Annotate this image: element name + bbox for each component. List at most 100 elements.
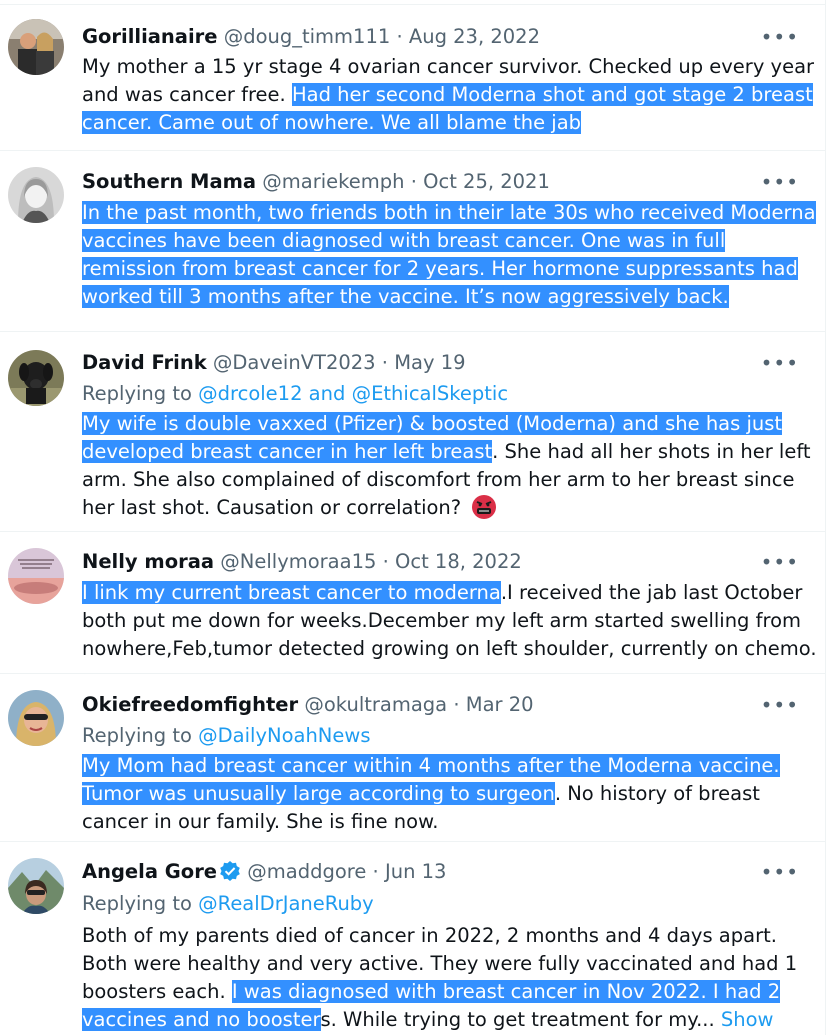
person-sunglasses-photo-icon [8, 690, 64, 746]
tweet[interactable]: Nelly moraa @Nellymoraa15 · Oct 18, 2022… [0, 531, 825, 673]
highlighted-text: vaccines have been diagnosed with breast… [82, 229, 726, 252]
mention-link[interactable]: @RealDrJaneRuby [198, 892, 374, 915]
more-options-icon[interactable]: ••• [761, 353, 799, 373]
text-line: cancer. Came out of nowhere. We all blam… [82, 109, 814, 137]
tweet-header: David Frink @DaveinVT2023 · May 19 [82, 351, 466, 375]
tweet-header: Okiefreedomfighter @okultramaga · Mar 20 [82, 693, 534, 717]
tweet-feed: Gorillianaire @doug_timm111 · Aug 23, 20… [0, 0, 826, 1035]
display-name[interactable]: Nelly moraa [82, 550, 214, 573]
text-line: boosters each. I was diagnosed with brea… [82, 980, 781, 1003]
highlighted-text: In the past month, two friends both in t… [82, 201, 816, 224]
tweet-header: Angela Gore @maddgore · Jun 13 [82, 860, 446, 884]
text-line: both put me down for weeks.December my l… [82, 609, 802, 632]
user-handle[interactable]: @doug_timm111 [224, 25, 391, 48]
display-name[interactable]: Angela Gore [82, 860, 217, 883]
highlighted-text: I link my current breast cancer to moder… [82, 581, 501, 604]
verified-badge-icon [220, 861, 240, 881]
highlighted-text: cancer. Came out of nowhere. We all blam… [82, 111, 582, 134]
highlighted-text: My Mom had breast cancer within 4 months… [82, 754, 780, 777]
tweet[interactable]: Southern Mama @mariekemph · Oct 25, 2021… [0, 150, 825, 331]
text-line: vaccines have been diagnosed with breast… [82, 227, 816, 255]
text-line: Tumor was unusually large according to s… [82, 782, 760, 805]
user-handle[interactable]: @okultramaga [304, 693, 447, 716]
text-line: worked till 3 months after the vaccine. … [82, 283, 816, 311]
avatar[interactable] [8, 858, 64, 914]
person-photo-icon [8, 19, 64, 75]
highlighted-text: My wife is double vaxxed (Pfizer) & boos… [82, 412, 783, 435]
user-handle[interactable]: @DaveinVT2023 [213, 351, 376, 374]
text-line: In the past month, two friends both in t… [82, 199, 816, 227]
person-photo-icon [8, 167, 64, 223]
user-handle[interactable]: @maddgore [247, 860, 366, 883]
highlighted-text: remission from breast cancer for 2 years… [82, 257, 798, 280]
more-options-icon[interactable]: ••• [761, 172, 799, 192]
tweet-date[interactable]: May 19 [394, 351, 465, 374]
tweet-date[interactable]: Oct 18, 2022 [395, 550, 522, 573]
angry-swearing-face-icon [472, 495, 497, 519]
more-options-icon[interactable]: ••• [761, 552, 799, 572]
quote-sunset-image-icon [8, 548, 64, 604]
more-options-icon[interactable]: ••• [761, 27, 799, 47]
text-line: Both were healthy and very active. They … [82, 952, 798, 975]
replying-to: Replying to @RealDrJaneRuby [82, 892, 374, 915]
highlighted-text: I was diagnosed with breast cancer in No… [231, 980, 781, 1003]
tweet-text: Both of my parents died of cancer in 202… [82, 922, 797, 1034]
text-line: My Mom had breast cancer within 4 months… [82, 752, 780, 780]
text-line: remission from breast cancer for 2 years… [82, 255, 816, 283]
separator: · [375, 351, 395, 374]
display-name[interactable]: Okiefreedomfighter [82, 693, 298, 716]
highlighted-text: Had her second Moderna shot and got stag… [291, 83, 813, 106]
display-name[interactable]: David Frink [82, 351, 207, 374]
tweet-text: My Mom had breast cancer within 4 months… [82, 752, 780, 836]
separator: · [447, 693, 466, 716]
tweet-header: Gorillianaire @doug_timm111 · Aug 23, 20… [82, 25, 540, 49]
avatar[interactable] [8, 690, 64, 746]
avatar[interactable] [8, 548, 64, 604]
text-line: My wife is double vaxxed (Pfizer) & boos… [82, 410, 811, 438]
separator: · [404, 170, 424, 193]
avatar[interactable] [8, 19, 64, 75]
more-options-icon[interactable]: ••• [761, 695, 799, 715]
tweet-text: My mother a 15 yr stage 4 ovarian cancer… [82, 53, 814, 137]
text-line: cancer in our family. She is fine now. [82, 810, 439, 833]
user-handle[interactable]: @mariekemph [262, 170, 404, 193]
tweet-date[interactable]: Jun 13 [385, 860, 446, 883]
person-mountain-photo-icon [8, 858, 64, 914]
tweet-date[interactable]: Mar 20 [466, 693, 534, 716]
text-line: her last shot. Causation or correlation? [82, 494, 811, 522]
tweet[interactable]: Angela Gore @maddgore · Jun 13 ••• Reply… [0, 841, 825, 1035]
text-line: I link my current breast cancer to moder… [82, 581, 803, 604]
text-line: vaccines and no boosters. While trying t… [82, 1008, 774, 1031]
text-line: arm. She also complained of discomfort f… [82, 468, 795, 491]
show-more-link[interactable]: Show [721, 1008, 774, 1031]
highlighted-text: developed breast cancer in her left brea… [82, 440, 493, 463]
text-line: developed breast cancer in her left brea… [82, 440, 811, 463]
tweet-header: Southern Mama @mariekemph · Oct 25, 2021 [82, 170, 550, 194]
tweet-date[interactable]: Aug 23, 2022 [409, 25, 540, 48]
text-line: Both of my parents died of cancer in 202… [82, 924, 777, 947]
text-line: My mother a 15 yr stage 4 ovarian cancer… [82, 55, 815, 78]
separator: · [366, 860, 385, 883]
display-name[interactable]: Southern Mama [82, 170, 256, 193]
tweet[interactable]: Okiefreedomfighter @okultramaga · Mar 20… [0, 673, 825, 841]
avatar[interactable] [8, 167, 64, 223]
replying-to: Replying to @drcole12 and @EthicalSkepti… [82, 382, 509, 405]
avatar[interactable] [8, 350, 64, 406]
separator: · [390, 25, 409, 48]
tweet-text: In the past month, two friends both in t… [82, 199, 816, 311]
tweet[interactable]: David Frink @DaveinVT2023 · May 19 ••• R… [0, 331, 825, 531]
text-line: and was cancer free. Had her second Mode… [82, 83, 813, 106]
tweet[interactable]: Gorillianaire @doug_timm111 · Aug 23, 20… [0, 4, 825, 150]
separator: · [376, 550, 396, 573]
user-handle[interactable]: @Nellymoraa15 [220, 550, 376, 573]
display-name[interactable]: Gorillianaire [82, 25, 217, 48]
mention-link[interactable]: @DailyNoahNews [198, 724, 370, 747]
more-options-icon[interactable]: ••• [761, 862, 799, 882]
tweet-date[interactable]: Oct 25, 2021 [423, 170, 550, 193]
tweet-text: My wife is double vaxxed (Pfizer) & boos… [82, 410, 811, 522]
replying-to: Replying to @DailyNoahNews [82, 724, 371, 747]
mention-link[interactable]: @drcole12 and @EthicalSkeptic [198, 382, 508, 405]
highlighted-text: Tumor was unusually large according to s… [82, 782, 555, 805]
highlighted-text: vaccines and no booster [82, 1008, 321, 1031]
dog-photo-icon [8, 350, 64, 406]
